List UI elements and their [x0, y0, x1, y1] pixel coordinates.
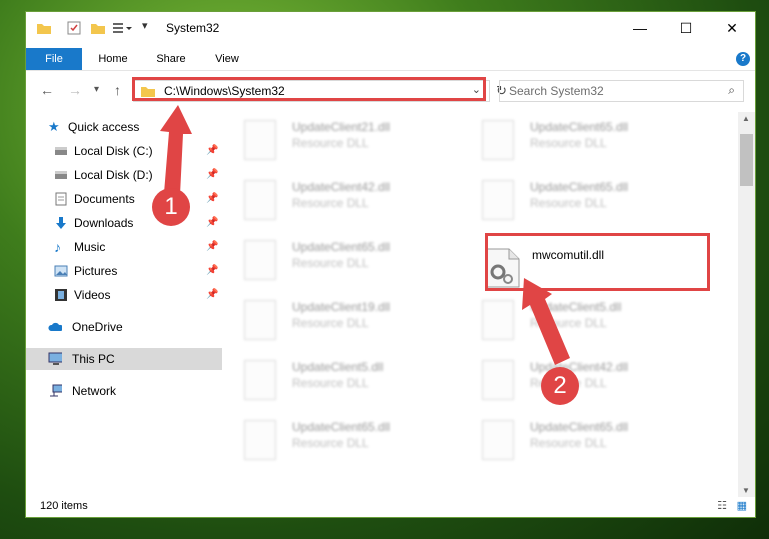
callout-2: 2 [541, 367, 579, 405]
annotation-arrows [160, 105, 570, 365]
arrow-2-icon [522, 278, 570, 365]
callout-1: 1 [152, 188, 190, 226]
arrow-1-icon [160, 105, 192, 195]
